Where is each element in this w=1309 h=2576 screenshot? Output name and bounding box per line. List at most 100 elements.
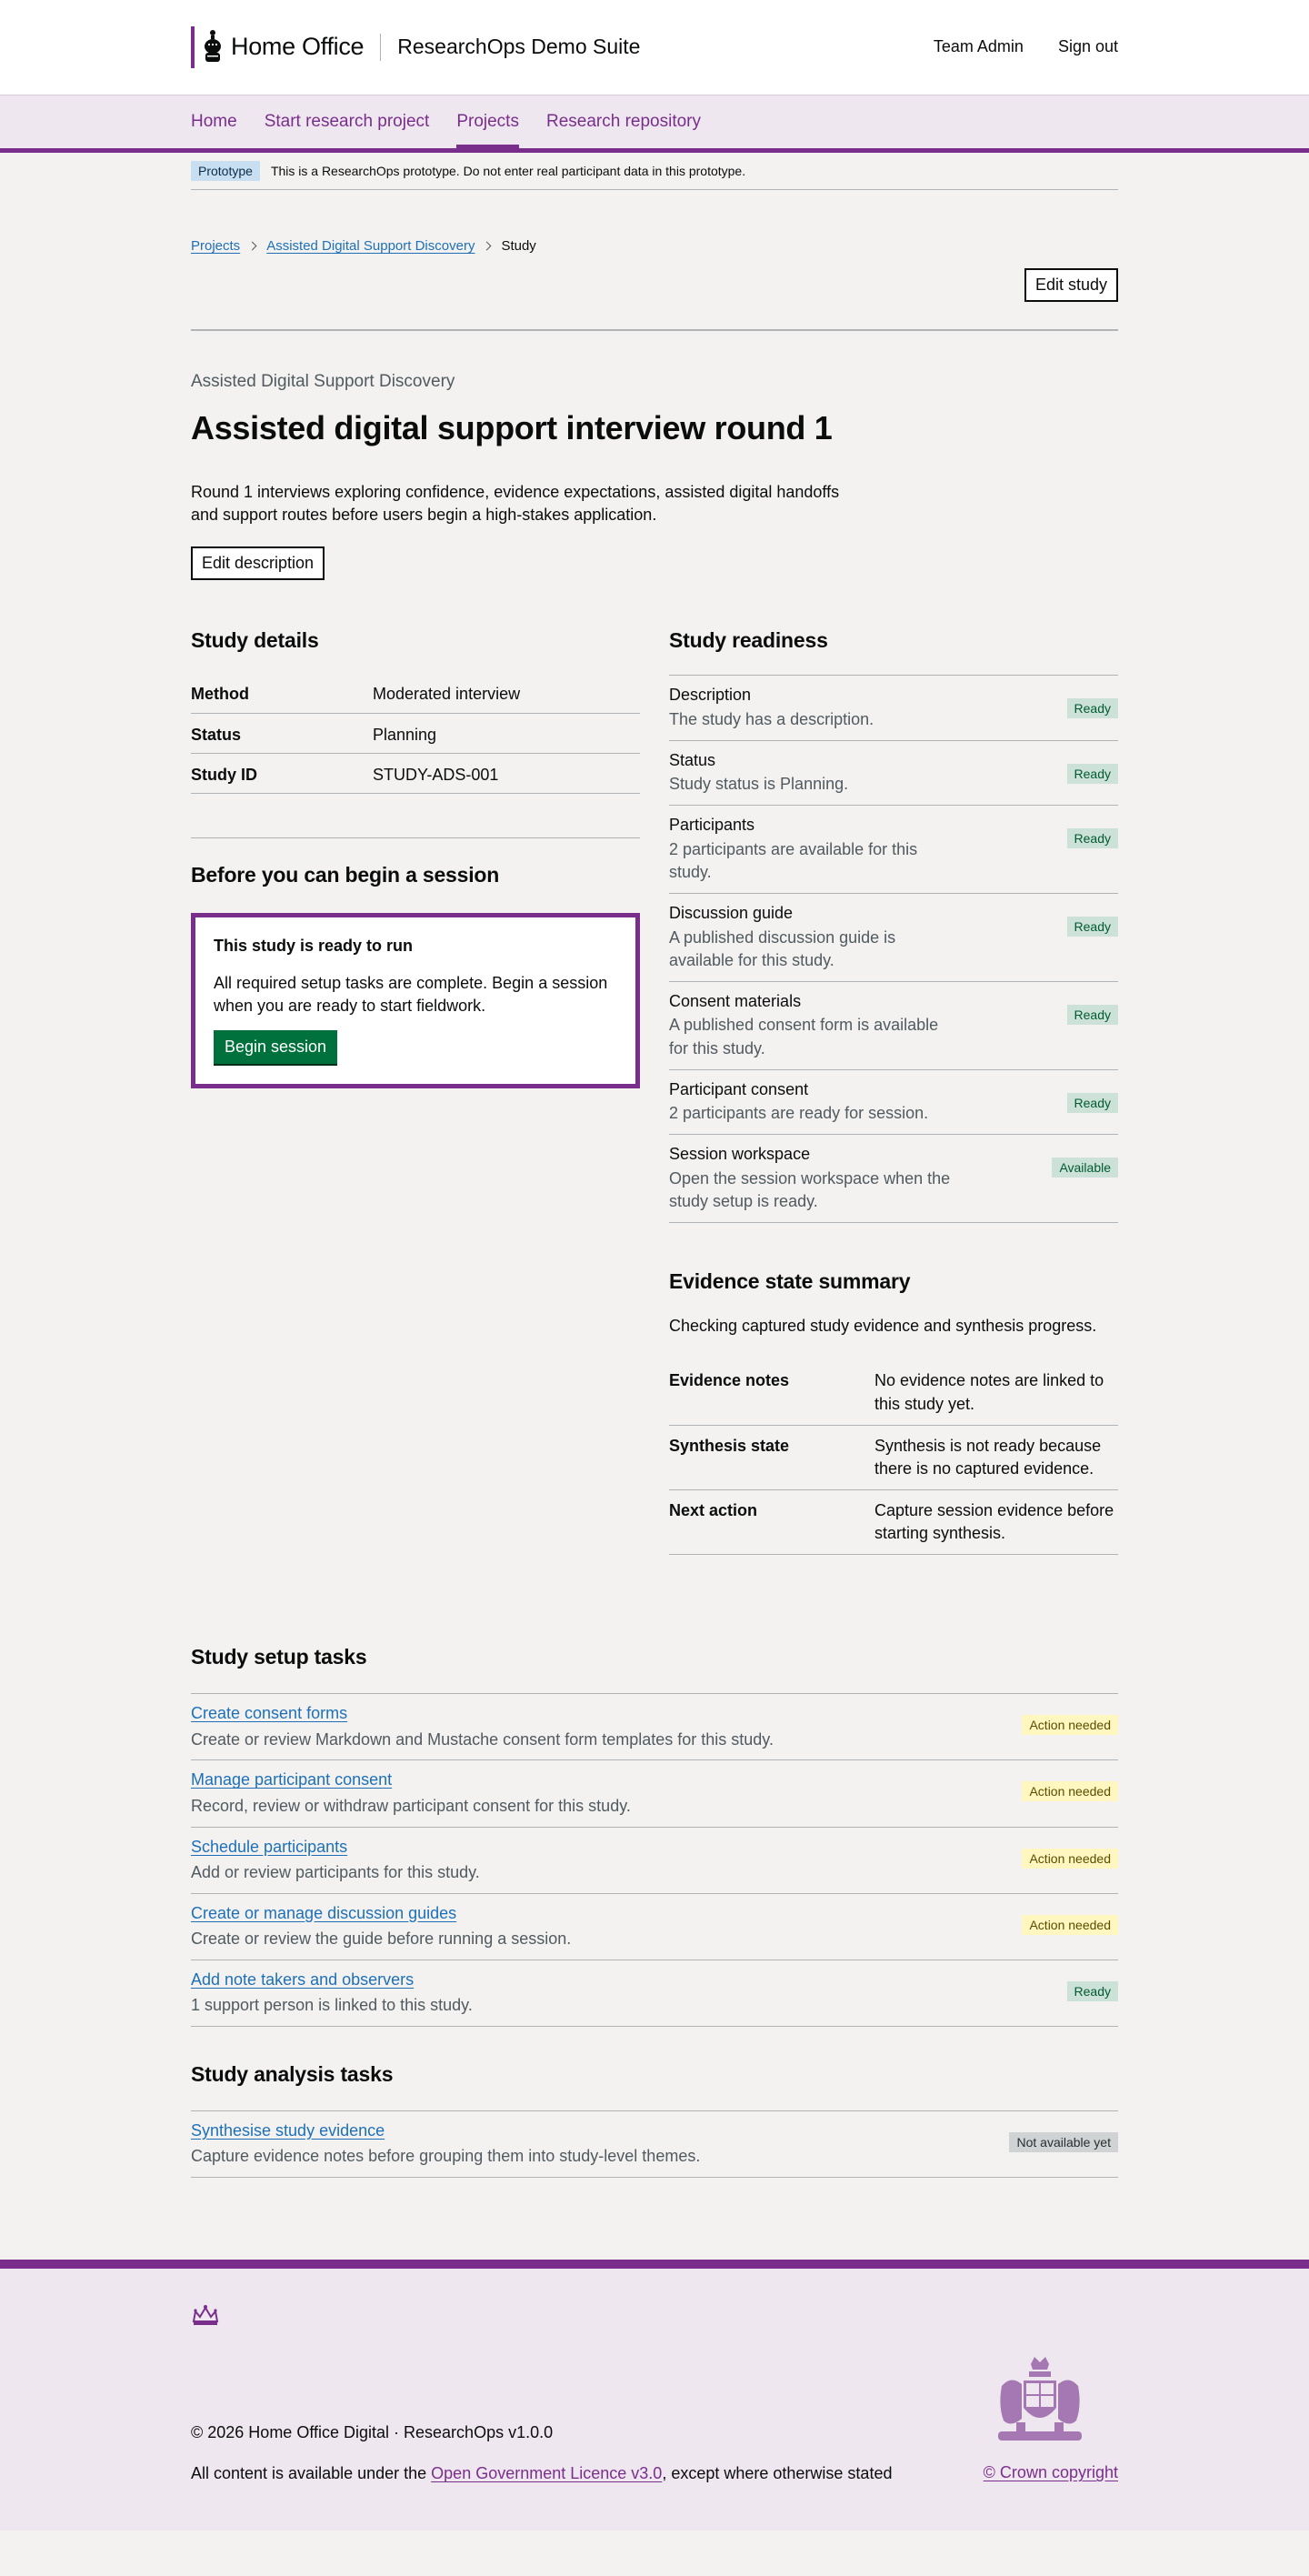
summary-row: Study ID STUDY-ADS-001: [191, 754, 640, 795]
chevron-right-icon: [247, 241, 257, 251]
summary-key: Method: [191, 685, 249, 704]
status-badge: Ready: [1066, 1004, 1118, 1025]
crown-icon: [192, 2304, 219, 2325]
breadcrumb-current: Study: [501, 238, 536, 254]
breadcrumb-projects-link[interactable]: Projects: [191, 237, 240, 256]
note-takers-observers-link[interactable]: Add note takers and observers: [191, 1970, 414, 1989]
synthesise-evidence-link[interactable]: Synthesise study evidence: [191, 2121, 385, 2140]
evidence-intro: Checking captured study evidence and syn…: [669, 1316, 1097, 1335]
ready-panel-text: All required setup tasks are complete. B…: [214, 973, 608, 1015]
summary-row: Status Planning: [191, 714, 640, 755]
discussion-guides-link[interactable]: Create or manage discussion guides: [191, 1904, 456, 1922]
setup-task-list: Create consent forms Create or review Mar…: [191, 1693, 1118, 2027]
brand-divider: [380, 34, 382, 61]
status-badge: Action needed: [1022, 1848, 1118, 1869]
readiness-row: Consent materials A published consent for…: [669, 982, 1118, 1070]
summary-value: No evidence notes are linked to this stu…: [874, 1371, 1104, 1413]
breadcrumb: Projects Assisted Digital Support Discov…: [191, 237, 1118, 256]
home-office-crest-icon: [205, 30, 221, 62]
analysis-task-list: Synthesise study evidence Capture evidenc…: [191, 2110, 1118, 2178]
summary-value: Synthesis is not ready because there is …: [874, 1436, 1102, 1478]
evidence-summary-heading: Evidence state summary: [669, 1269, 911, 1294]
open-government-licence-link[interactable]: Open Government Licence v3.0: [431, 2464, 662, 2482]
readiness-description: 2 participants are available for this st…: [669, 839, 918, 881]
sign-out-link[interactable]: Sign out: [1058, 36, 1118, 57]
summary-row: Evidence notes No evidence notes are lin…: [669, 1360, 1118, 1426]
status-badge: Action needed: [1022, 1914, 1118, 1935]
phase-banner: Prototype This is a ResearchOps prototyp…: [191, 153, 1118, 190]
brand-accent-bar: [191, 26, 195, 68]
edit-study-row: Edit study: [191, 267, 1118, 331]
summary-key: Synthesis state: [669, 1436, 790, 1455]
status-badge: Ready: [1066, 1092, 1118, 1113]
ready-to-run-panel: This study is ready to run All required …: [191, 913, 640, 1089]
readiness-description: The study has a description.: [669, 709, 874, 728]
summary-row: Next action Capture session evidence bef…: [669, 1490, 1118, 1556]
summary-value: Capture session evidence before starting…: [874, 1501, 1114, 1543]
task-description: 1 support person is linked to this study…: [191, 1996, 473, 2015]
study-description: Round 1 interviews exploring confidence,…: [191, 482, 840, 525]
create-consent-forms-link[interactable]: Create consent forms: [191, 1704, 347, 1722]
readiness-name: Participant consent: [669, 1079, 809, 1098]
status-badge: Ready: [1066, 763, 1118, 784]
status-badge: Not available yet: [1009, 2131, 1118, 2152]
primary-navigation: Home Start research project Projects Res…: [0, 95, 1309, 153]
schedule-participants-link[interactable]: Schedule participants: [191, 1838, 347, 1856]
prototype-tag: Prototype: [191, 160, 260, 182]
readiness-description: Open the session workspace when the stud…: [669, 1168, 951, 1210]
nav-item-research-repository[interactable]: Research repository: [546, 95, 701, 149]
readiness-name: Participants: [669, 816, 755, 835]
readiness-name: Discussion guide: [669, 904, 794, 923]
readiness-row: Description The study has a description. …: [669, 676, 1118, 741]
breadcrumb-project-link[interactable]: Assisted Digital Support Discovery: [266, 237, 475, 256]
right-column: Study readiness Description The study has…: [669, 627, 1118, 1556]
royal-coat-of-arms-icon: [997, 2357, 1082, 2441]
readiness-row: Discussion guide A published discussion g…: [669, 894, 1118, 982]
summary-key: Status: [191, 725, 242, 744]
readiness-name: Description: [669, 686, 752, 705]
begin-session-heading: Before you can begin a session: [191, 863, 500, 887]
header-account-links: Team Admin Sign out: [934, 36, 1118, 57]
left-column: Study details Method Moderated interview…: [191, 627, 640, 1555]
status-badge: Ready: [1066, 828, 1118, 849]
footer-meta: © 2026 Home Office Digital · ResearchOps…: [191, 2422, 892, 2485]
site-header: Home Office ResearchOps Demo Suite Team …: [0, 0, 1309, 95]
service-name: ResearchOps Demo Suite: [397, 35, 641, 59]
nav-item-home[interactable]: Home: [191, 95, 237, 149]
readiness-name: Status: [669, 750, 716, 769]
section-divider: [191, 837, 640, 839]
page-title: Assisted digital support interview round…: [191, 409, 833, 447]
footer-copyright: © Crown copyright: [984, 2355, 1118, 2485]
phase-banner-text: This is a ResearchOps prototype. Do not …: [270, 163, 746, 178]
begin-session-button[interactable]: Begin session: [214, 1030, 338, 1065]
status-badge: Ready: [1066, 917, 1118, 937]
crown-copyright-link[interactable]: © Crown copyright: [984, 2463, 1118, 2481]
ready-panel-title: This study is ready to run: [214, 937, 414, 956]
task-row: Manage participant consent Record, review…: [191, 1760, 1118, 1828]
edit-description-button[interactable]: Edit description: [191, 546, 325, 581]
readiness-description: 2 participants are ready for session.: [669, 1104, 929, 1123]
nav-item-projects[interactable]: Projects: [456, 95, 519, 149]
study-details-list: Method Moderated interview Status Planni…: [191, 673, 640, 795]
task-row: Synthesise study evidence Capture evidenc…: [191, 2111, 1118, 2178]
status-badge: Action needed: [1022, 1715, 1118, 1736]
main-content: Prototype This is a ResearchOps prototyp…: [191, 153, 1118, 2178]
study-details-heading: Study details: [191, 628, 319, 653]
edit-study-button[interactable]: Edit study: [1024, 267, 1118, 302]
status-badge: Ready: [1066, 1980, 1118, 2001]
project-caption: Assisted Digital Support Discovery: [191, 371, 455, 391]
setup-tasks-heading: Study setup tasks: [191, 1645, 367, 1669]
licence-suffix: , except where otherwise stated: [662, 2464, 893, 2483]
task-row: Create or manage discussion guides Create…: [191, 1894, 1118, 1960]
readiness-row: Participants 2 participants are available…: [669, 806, 1118, 895]
task-description: Create or review Markdown and Mustache c…: [191, 1730, 774, 1749]
manage-participant-consent-link[interactable]: Manage participant consent: [191, 1770, 392, 1789]
readiness-row: Session workspace Open the session worksp…: [669, 1135, 1118, 1224]
task-row: Schedule participants Add or review parti…: [191, 1828, 1118, 1894]
team-admin-link[interactable]: Team Admin: [934, 36, 1024, 57]
study-readiness-heading: Study readiness: [669, 628, 828, 653]
brand[interactable]: Home Office ResearchOps Demo Suite: [191, 25, 640, 69]
task-row: Create consent forms Create or review Mar…: [191, 1694, 1118, 1761]
nav-item-start-research-project[interactable]: Start research project: [265, 95, 430, 149]
task-description: Record, review or withdraw participant c…: [191, 1797, 631, 1816]
